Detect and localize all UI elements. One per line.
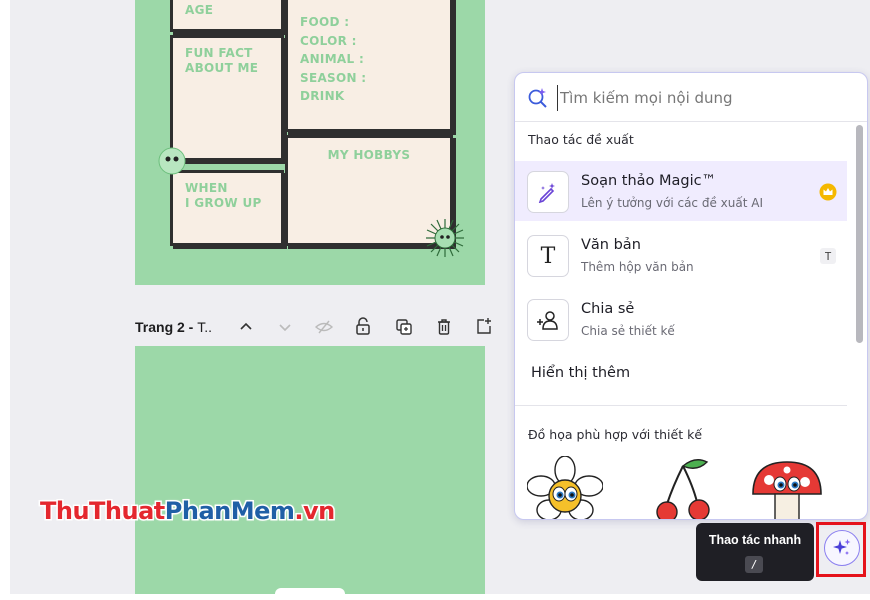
quick-actions-panel: Thao tác đề xuất Soạn thảo Magic™ Lên ý … xyxy=(514,72,868,520)
shortcut-badge: T xyxy=(819,247,837,265)
quick-actions-button[interactable] xyxy=(824,530,860,566)
mushroom-sticker[interactable] xyxy=(747,458,827,520)
fun-fact-label: FUN FACT ABOUT ME xyxy=(185,46,259,75)
magic-pen-icon xyxy=(527,171,569,213)
text-icon: T xyxy=(527,235,569,277)
delete-icon[interactable] xyxy=(432,315,456,339)
action-item-title: Văn bản xyxy=(581,237,641,253)
panel-scrollbar[interactable] xyxy=(856,125,863,343)
grow-up-label: WHEN I GROW UP xyxy=(185,181,262,210)
crown-icon xyxy=(819,183,837,201)
fun-fact-box[interactable]: FUN FACT ABOUT ME xyxy=(170,35,284,161)
tooltip-label: Thao tác nhanh xyxy=(708,533,802,547)
design-page-1[interactable]: AGE FOOD : COLOR : ANIMAL : SEASON : DRI… xyxy=(135,0,485,285)
hobbies-label: MY HOBBYS xyxy=(327,148,411,162)
section-title-graphics: Đồ họa phù hợp với thiết kế xyxy=(528,427,703,442)
tooltip-shortcut: / xyxy=(745,556,763,573)
section-divider xyxy=(515,405,847,406)
lock-icon[interactable] xyxy=(351,314,375,338)
action-item-subtitle: Lên ý tưởng với các đề xuất AI xyxy=(581,196,763,210)
share-people-icon xyxy=(527,299,569,341)
action-item-text[interactable]: T Văn bản Thêm hộp văn bản T xyxy=(515,225,847,285)
action-item-subtitle: Chia sẻ thiết kế xyxy=(581,324,675,338)
action-item-subtitle: Thêm hộp văn bản xyxy=(581,260,694,274)
favorites-box[interactable]: FOOD : COLOR : ANIMAL : SEASON : DRINK xyxy=(285,0,453,132)
search-bar xyxy=(515,73,867,122)
action-item-title: Chia sẻ xyxy=(581,301,635,317)
action-item-title: Soạn thảo Magic™ xyxy=(581,173,717,189)
age-label: AGE xyxy=(185,3,214,17)
duplicate-icon[interactable] xyxy=(392,315,416,339)
action-item-share[interactable]: Chia sẻ Chia sẻ thiết kế xyxy=(515,289,847,349)
cherry-sticker[interactable] xyxy=(653,456,713,520)
sparkle-icon xyxy=(833,539,851,555)
hide-icon[interactable] xyxy=(312,315,336,339)
chevron-down-icon[interactable] xyxy=(273,315,297,339)
small-flower-sticker[interactable] xyxy=(157,146,187,176)
chevron-up-icon[interactable] xyxy=(234,315,258,339)
design-page-2[interactable] xyxy=(135,346,485,594)
add-page-icon[interactable] xyxy=(472,314,496,338)
section-title-suggested: Thao tác đề xuất xyxy=(528,132,634,147)
quick-actions-tooltip: Thao tác nhanh / xyxy=(696,523,814,581)
magic-search-icon xyxy=(527,86,549,108)
spiky-sun-sticker[interactable] xyxy=(425,218,465,258)
grow-up-box[interactable]: WHEN I GROW UP xyxy=(170,170,284,246)
page-nav-pill[interactable] xyxy=(275,588,345,600)
watermark-logo: ThuThuatPhanMem.vn xyxy=(39,496,337,527)
action-item-magic-write[interactable]: Soạn thảo Magic™ Lên ý tưởng với các đề … xyxy=(515,161,847,221)
age-box[interactable]: AGE xyxy=(170,0,284,32)
flower-sticker[interactable] xyxy=(527,456,603,520)
show-more-link[interactable]: Hiển thị thêm xyxy=(531,365,630,381)
page-title[interactable]: Trang 2 - T.. xyxy=(135,319,212,335)
favorites-label: FOOD : COLOR : ANIMAL : SEASON : DRINK xyxy=(300,15,367,103)
search-input[interactable] xyxy=(557,85,852,111)
